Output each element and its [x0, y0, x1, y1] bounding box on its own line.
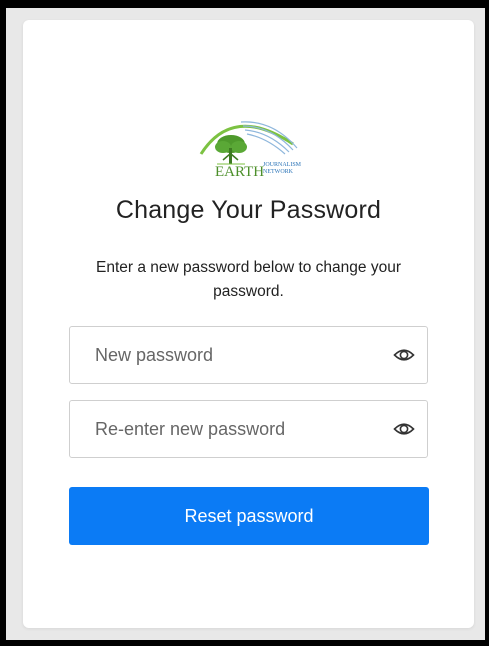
page-description: Enter a new password below to change you… [95, 259, 401, 300]
new-password-field [69, 326, 428, 384]
logo-brand-text: EARTH [215, 164, 264, 178]
new-password-input[interactable] [70, 327, 395, 383]
reset-password-button[interactable]: Reset password [69, 487, 429, 545]
page-background: EARTH JOURNALISM NETWORK Change Your Pas… [6, 8, 485, 640]
eye-icon[interactable] [393, 344, 415, 366]
reenter-password-input[interactable] [70, 401, 395, 457]
logo-line1-text: JOURNALISM [263, 162, 302, 168]
logo-line2-text: NETWORK [263, 169, 294, 175]
eye-icon[interactable] [393, 418, 415, 440]
password-card: EARTH JOURNALISM NETWORK Change Your Pas… [23, 20, 474, 628]
reenter-password-field [69, 400, 428, 458]
earth-journalism-network-logo: EARTH JOURNALISM NETWORK [193, 114, 305, 178]
page-title: Change Your Password [115, 196, 382, 224]
